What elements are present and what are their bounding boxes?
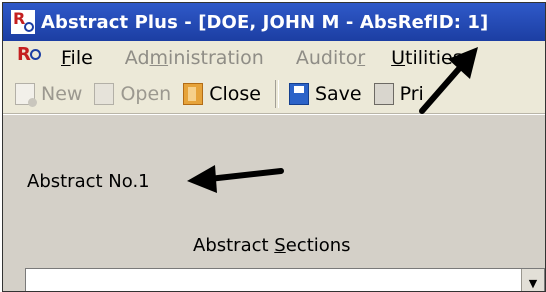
new-button[interactable]: New <box>15 83 82 107</box>
title-bar[interactable]: R Abstract Plus - [DOE, JOHN M - AbsRefI… <box>3 3 545 41</box>
abstract-number-label: Abstract No.1 <box>27 171 150 192</box>
app-window: R Abstract Plus - [DOE, JOHN M - AbsRefI… <box>2 2 546 292</box>
ro-logo-icon[interactable]: R <box>17 44 41 69</box>
open-document-icon <box>94 83 115 105</box>
save-button[interactable]: Save <box>288 83 362 105</box>
abstract-sections-dropdown[interactable]: ▼ <box>25 268 545 291</box>
window-title: Abstract Plus - [DOE, JOHN M - AbsRefID:… <box>41 11 489 33</box>
menu-administration[interactable]: Administration <box>125 47 264 69</box>
ro-logo-icon: R <box>11 9 35 34</box>
close-button[interactable]: Close <box>183 83 261 105</box>
menu-auditor[interactable]: Auditor <box>296 47 365 69</box>
toolbar-separator <box>274 80 279 108</box>
save-disk-icon <box>288 83 309 105</box>
menu-file[interactable]: File <box>61 47 93 69</box>
open-button[interactable]: Open <box>94 83 171 105</box>
new-document-icon <box>15 83 37 107</box>
printer-icon <box>373 83 394 105</box>
annotation-arrow-icon <box>419 47 478 114</box>
abstract-sections-label: Abstract Sections <box>193 235 351 256</box>
close-door-icon <box>183 83 204 105</box>
dropdown-arrow-icon[interactable]: ▼ <box>521 269 544 291</box>
annotation-arrow-icon <box>187 165 284 193</box>
main-panel: Abstract No.1 Abstract Sections ▼ <box>3 114 545 291</box>
